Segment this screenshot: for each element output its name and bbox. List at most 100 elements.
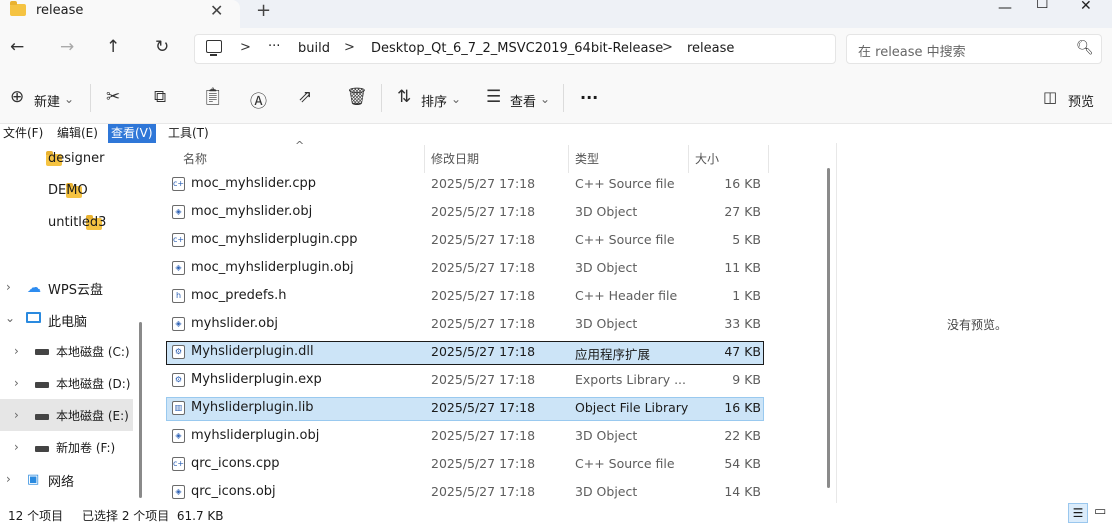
- delete-icon[interactable]: 🗑︎: [346, 87, 368, 107]
- new-plus-icon[interactable]: ⊕: [10, 87, 24, 107]
- forward-button[interactable]: →: [60, 37, 74, 57]
- drive-c-icon: [35, 349, 49, 355]
- details-view-icon[interactable]: ☰: [1068, 503, 1088, 523]
- file-size: 11 KB: [724, 260, 761, 275]
- cpp-file-icon: c+: [172, 177, 185, 191]
- breadcrumb-separator[interactable]: >: [662, 40, 673, 55]
- column-divider[interactable]: [568, 145, 569, 173]
- menu-view[interactable]: 查看(V): [108, 124, 156, 143]
- file-date: 2025/5/27 17:18: [431, 260, 536, 275]
- file-name: Myhsliderplugin.exp: [191, 372, 322, 387]
- chevron-right-icon[interactable]: ›: [14, 344, 19, 358]
- new-button[interactable]: 新建: [34, 91, 60, 110]
- menu-tools[interactable]: 工具(T): [165, 124, 212, 143]
- close-tab-icon[interactable]: ✕: [210, 1, 223, 20]
- file-size: 47 KB: [724, 344, 761, 359]
- file-size: 22 KB: [724, 428, 761, 443]
- column-header-date[interactable]: 修改日期: [431, 150, 479, 167]
- cpp-file-icon: c+: [172, 233, 185, 247]
- close-window-button[interactable]: ✕: [1080, 0, 1092, 14]
- drive-e-icon: [35, 414, 49, 420]
- lib-file-icon: ▥: [172, 401, 185, 415]
- new-tab-button[interactable]: +: [256, 0, 271, 21]
- sort-icon[interactable]: ⇅: [397, 87, 411, 107]
- preview-button[interactable]: 预览: [1068, 91, 1094, 110]
- divider: [563, 84, 564, 112]
- column-header-size[interactable]: 大小: [695, 150, 719, 167]
- file-name: Myhsliderplugin.dll: [191, 344, 314, 359]
- file-type: Exports Library ...: [575, 372, 687, 387]
- chevron-down-icon[interactable]: ⌄: [5, 311, 15, 325]
- cut-icon[interactable]: ✂: [106, 87, 120, 107]
- sidebar-item-network[interactable]: 网络: [48, 471, 74, 490]
- computer-icon: [206, 40, 222, 56]
- more-options-button[interactable]: ···: [580, 88, 598, 107]
- sidebar-item-drive-e[interactable]: 本地磁盘 (E:): [56, 407, 129, 424]
- file-size: 14 KB: [724, 484, 761, 499]
- sidebar-item-drive-c[interactable]: 本地磁盘 (C:): [56, 343, 130, 360]
- file-date: 2025/5/27 17:18: [431, 456, 536, 471]
- obj-file-icon: ◈: [172, 485, 185, 499]
- maximize-button[interactable]: ☐: [1036, 0, 1049, 12]
- file-name: myhslider.obj: [191, 316, 278, 331]
- copy-icon[interactable]: ⧉: [154, 87, 166, 107]
- file-size: 5 KB: [732, 232, 761, 247]
- chevron-down-icon: ⌄: [451, 92, 462, 106]
- share-icon[interactable]: ⇗: [298, 87, 312, 107]
- refresh-button[interactable]: ↻: [155, 37, 169, 57]
- rename-icon[interactable]: Ⓐ: [250, 87, 267, 112]
- back-button[interactable]: ←: [10, 37, 24, 57]
- breadcrumb-build[interactable]: build: [298, 41, 330, 56]
- breadcrumb-more[interactable]: ···: [268, 39, 280, 54]
- column-divider[interactable]: [424, 145, 425, 173]
- folder-icon: [10, 1, 26, 16]
- file-type: 3D Object: [575, 204, 638, 219]
- minimize-button[interactable]: —: [998, 0, 1012, 16]
- file-size: 27 KB: [724, 204, 761, 219]
- menu-file[interactable]: 文件(F): [0, 124, 46, 143]
- search-placeholder[interactable]: 在 release 中搜索: [858, 41, 966, 60]
- sidebar-item-designer[interactable]: designer: [48, 151, 104, 166]
- breadcrumb-release[interactable]: release: [687, 41, 734, 56]
- file-name: qrc_icons.obj: [191, 484, 276, 499]
- file-type: 3D Object: [575, 484, 638, 499]
- preview-pane-icon[interactable]: ◫: [1043, 88, 1057, 106]
- obj-file-icon: ◈: [172, 205, 185, 219]
- view-icon[interactable]: ☰: [486, 87, 501, 107]
- chevron-right-icon[interactable]: ›: [6, 280, 11, 294]
- file-name: moc_myhsliderplugin.obj: [191, 260, 354, 275]
- sidebar-item-wps[interactable]: WPS云盘: [48, 279, 103, 298]
- sidebar-item-untitled3[interactable]: untitled3: [48, 215, 106, 230]
- tiles-view-icon[interactable]: ▭: [1094, 504, 1106, 519]
- up-button[interactable]: ↑: [106, 37, 120, 57]
- column-header-name[interactable]: 名称: [183, 150, 207, 167]
- file-name: myhsliderplugin.obj: [191, 428, 320, 443]
- pc-icon: [26, 312, 41, 323]
- sidebar-item-this-pc[interactable]: 此电脑: [48, 311, 87, 330]
- column-divider[interactable]: [768, 145, 769, 173]
- breadcrumb-desktop-qt[interactable]: Desktop_Qt_6_7_2_MSVC2019_64bit-Release: [371, 41, 663, 56]
- preview-empty-text: 没有预览。: [947, 318, 1008, 332]
- sidebar-item-drive-d[interactable]: 本地磁盘 (D:): [56, 375, 130, 392]
- menu-edit[interactable]: 编辑(E): [54, 124, 101, 143]
- file-size: 1 KB: [732, 288, 761, 303]
- file-type: C++ Header file: [575, 288, 678, 303]
- chevron-right-icon[interactable]: ›: [14, 440, 19, 454]
- file-date: 2025/5/27 17:18: [431, 400, 536, 415]
- column-divider[interactable]: [688, 145, 689, 173]
- chevron-right-icon[interactable]: ›: [14, 408, 19, 422]
- sidebar-item-demo[interactable]: DEMO: [48, 183, 88, 198]
- file-list-scrollbar[interactable]: [827, 168, 830, 488]
- paste-icon[interactable]: 📋︎: [202, 87, 224, 107]
- chevron-right-icon[interactable]: ›: [14, 376, 19, 390]
- file-date: 2025/5/27 17:18: [431, 232, 536, 247]
- view-button[interactable]: 查看: [510, 91, 536, 110]
- column-header-type[interactable]: 类型: [575, 150, 599, 167]
- breadcrumb-separator[interactable]: >: [344, 40, 355, 55]
- chevron-right-icon[interactable]: ›: [6, 472, 11, 486]
- sort-button[interactable]: 排序: [421, 91, 447, 110]
- sidebar-item-drive-f[interactable]: 新加卷 (F:): [56, 439, 115, 456]
- sidebar-scrollbar[interactable]: [139, 322, 142, 498]
- divider: [90, 84, 91, 112]
- file-size: 9 KB: [732, 372, 761, 387]
